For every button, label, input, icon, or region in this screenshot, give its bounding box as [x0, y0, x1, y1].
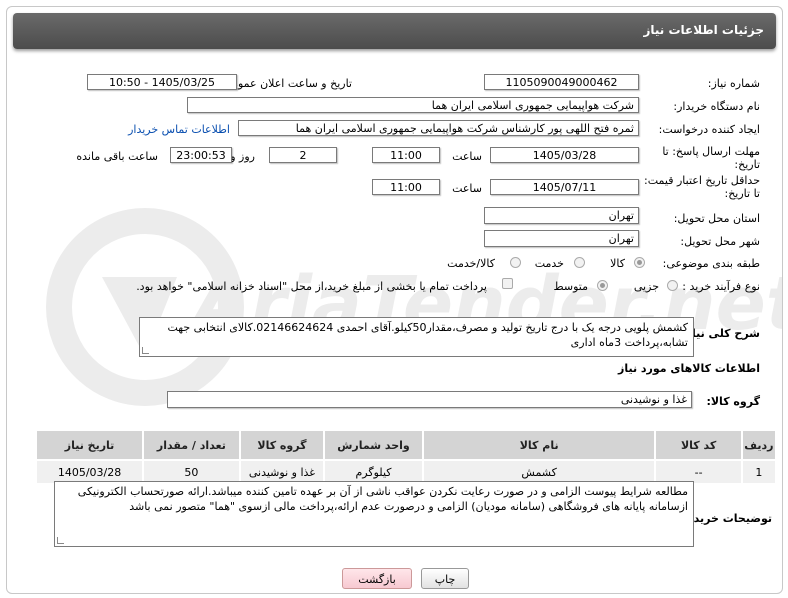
- process-radio-minor[interactable]: [667, 280, 678, 291]
- category-label: طبقه بندی موضوعی:: [662, 257, 760, 270]
- print-button[interactable]: چاپ: [421, 568, 469, 589]
- buyer-notes-textarea[interactable]: مطالعه شرایط پیوست الزامی و در صورت رعای…: [54, 481, 694, 547]
- col-group: گروه کالا: [238, 429, 326, 461]
- treasury-payment-note: پرداخت تمام یا بخشی از مبلغ خرید،از محل …: [136, 280, 487, 293]
- category-radio-service[interactable]: [574, 257, 585, 268]
- details-panel: AriaTender.net جزئیات اطلاعات نیاز شماره…: [6, 6, 783, 594]
- back-button[interactable]: بازگشت: [342, 568, 412, 589]
- category-option-goods: کالا: [610, 257, 625, 270]
- deadline-date-field: 1405/03/28: [490, 147, 639, 163]
- buyer-org-field: شرکت هواپیمایی جمهوری اسلامی ایران هما: [187, 97, 639, 113]
- goods-group-label: گروه کالا:: [706, 395, 760, 408]
- description-textarea[interactable]: کشمش پلویی درجه یک با درج تاریخ تولید و …: [139, 317, 694, 357]
- deadline-hour-label: ساعت: [452, 150, 482, 163]
- days-field: 2: [269, 147, 337, 163]
- deadline-label: مهلت ارسال پاسخ: تا: [662, 145, 760, 158]
- buyer-notes-text: مطالعه شرایط پیوست الزامی و در صورت رعای…: [77, 485, 688, 513]
- city-field: تهران: [484, 230, 639, 247]
- remaining-time-field: 23:00:53: [170, 147, 232, 163]
- announce-field: 1405/03/25 - 10:50: [87, 74, 237, 90]
- goods-group-field: غذا و نوشیدنی: [167, 391, 692, 408]
- price-time-field: 11:00: [372, 179, 440, 195]
- days-label: روز و: [230, 150, 255, 163]
- province-label: استان محل تحویل:: [673, 212, 760, 225]
- deadline-time-field: 11:00: [372, 147, 440, 163]
- remaining-label: ساعت باقی مانده: [76, 150, 158, 163]
- deadline-label-date: تاریخ:: [734, 158, 760, 171]
- col-row: ردیف: [740, 429, 778, 461]
- price-validity-label-date: تا تاریخ:: [724, 187, 760, 200]
- need-number-label: شماره نیاز:: [707, 77, 760, 90]
- panel-title: جزئیات اطلاعات نیاز: [643, 23, 764, 37]
- process-option-medium: متوسط: [553, 280, 588, 293]
- category-option-goods-service: کالا/خدمت: [447, 257, 495, 270]
- description-text: کشمش پلویی درجه یک با درج تاریخ تولید و …: [167, 321, 689, 349]
- creator-field: ثمره فتح اللهی پور کارشناس شرکت هواپیمای…: [238, 120, 639, 136]
- col-unit: واحد شمارش: [323, 429, 424, 461]
- announce-label: تاریخ و ساعت اعلان عمومی:: [219, 77, 352, 90]
- process-option-minor: جزیی: [633, 280, 659, 293]
- treasury-payment-checkbox[interactable]: [502, 278, 513, 289]
- col-quantity: تعداد / مقدار: [142, 429, 241, 461]
- col-code: کد کالا: [654, 429, 743, 461]
- process-radio-medium[interactable]: [597, 280, 608, 291]
- items-table: ردیف کد کالا نام کالا واحد شمارش گروه کا…: [34, 429, 778, 485]
- creator-label: ایجاد کننده درخواست:: [658, 123, 760, 136]
- resize-grip-icon[interactable]: [142, 347, 149, 354]
- category-radio-goods[interactable]: [634, 257, 645, 268]
- buyer-contact-link[interactable]: اطلاعات تماس خریدار: [128, 123, 230, 136]
- col-date: تاریخ نیاز: [34, 429, 145, 461]
- col-name: نام کالا: [421, 429, 657, 461]
- city-label: شهر محل تحویل:: [680, 235, 760, 248]
- category-radio-goods-service[interactable]: [510, 257, 521, 268]
- need-number-field: 1105090049000462: [484, 74, 639, 90]
- cell-row: 1: [740, 459, 778, 485]
- goods-info-heading: اطلاعات کالاهای مورد نیاز: [618, 362, 760, 375]
- price-validity-label: حداقل تاریخ اعتبار قیمت:: [644, 174, 760, 187]
- panel-titlebar: جزئیات اطلاعات نیاز: [13, 13, 776, 49]
- buyer-org-label: نام دستگاه خریدار:: [673, 100, 760, 113]
- price-hour-label: ساعت: [452, 182, 482, 195]
- province-field: تهران: [484, 207, 639, 224]
- items-table-header: ردیف کد کالا نام کالا واحد شمارش گروه کا…: [34, 429, 778, 461]
- resize-grip-icon[interactable]: [57, 537, 64, 544]
- process-label: نوع فرآیند خرید :: [682, 280, 760, 293]
- price-date-field: 1405/07/11: [490, 179, 639, 195]
- category-option-service: خدمت: [534, 257, 564, 270]
